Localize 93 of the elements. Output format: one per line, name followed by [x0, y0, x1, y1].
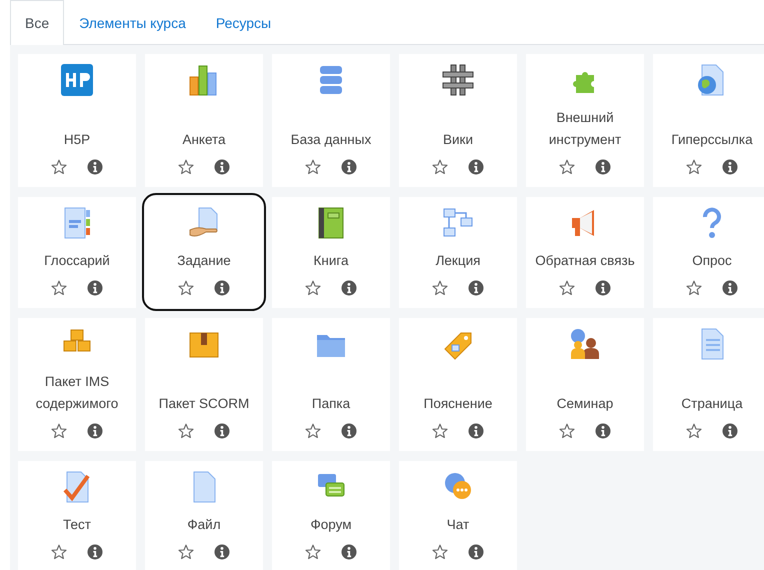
- activity-name: База данных: [290, 131, 372, 149]
- info-icon[interactable]: [341, 280, 357, 296]
- activity-card[interactable]: Семинар: [526, 318, 644, 451]
- star-icon[interactable]: [178, 159, 194, 175]
- activity-card[interactable]: Папка: [272, 318, 390, 451]
- activity-card[interactable]: H5P: [18, 54, 136, 187]
- activity-card[interactable]: Вики: [399, 54, 517, 187]
- info-icon[interactable]: [214, 423, 230, 439]
- info-icon[interactable]: [468, 280, 484, 296]
- star-icon[interactable]: [51, 280, 67, 296]
- star-icon[interactable]: [305, 544, 321, 560]
- star-icon[interactable]: [51, 423, 67, 439]
- info-icon[interactable]: [595, 159, 611, 175]
- activity-name: Файл: [187, 516, 221, 534]
- hash-grid-icon: [441, 63, 475, 97]
- info-icon[interactable]: [341, 423, 357, 439]
- info-icon[interactable]: [87, 159, 103, 175]
- activity-card[interactable]: Опрос: [653, 197, 764, 308]
- info-icon[interactable]: [595, 280, 611, 296]
- activity-name: Опрос: [692, 252, 732, 270]
- info-icon[interactable]: [87, 423, 103, 439]
- activity-name: Обратная связь: [535, 252, 635, 270]
- activity-card[interactable]: Страница: [653, 318, 764, 451]
- star-icon[interactable]: [178, 544, 194, 560]
- star-icon[interactable]: [559, 280, 575, 296]
- info-icon[interactable]: [468, 159, 484, 175]
- activity-name: Лекция: [436, 252, 480, 270]
- star-icon[interactable]: [432, 280, 448, 296]
- tab[interactable]: Все: [10, 0, 64, 45]
- star-icon[interactable]: [432, 159, 448, 175]
- activity-name: Книга: [314, 252, 348, 270]
- activity-card[interactable]: Обратная связь: [526, 197, 644, 308]
- activity-name: H5P: [64, 131, 90, 149]
- tab[interactable]: Элементы курса: [64, 0, 201, 44]
- activity-name: Пакет SCORM: [158, 395, 250, 413]
- info-icon[interactable]: [87, 544, 103, 560]
- star-icon[interactable]: [305, 159, 321, 175]
- info-icon[interactable]: [341, 159, 357, 175]
- activity-name: Внешний инструмент: [548, 109, 622, 149]
- info-icon[interactable]: [468, 544, 484, 560]
- info-icon[interactable]: [722, 423, 738, 439]
- info-icon[interactable]: [341, 544, 357, 560]
- star-icon[interactable]: [51, 544, 67, 560]
- activity-name: Семинар: [556, 395, 614, 413]
- activity-card[interactable]: Форум: [272, 461, 390, 570]
- star-icon[interactable]: [686, 159, 702, 175]
- activity-card[interactable]: Пакет SCORM: [145, 318, 263, 451]
- activity-name: Форум: [310, 516, 352, 534]
- activity-card[interactable]: Чат: [399, 461, 517, 570]
- info-icon[interactable]: [595, 423, 611, 439]
- activity-card[interactable]: Лекция: [399, 197, 517, 308]
- h5p-logo-icon: [60, 63, 94, 97]
- info-icon[interactable]: [214, 280, 230, 296]
- activity-name: Пояснение: [424, 395, 492, 413]
- activity-card[interactable]: Тест: [18, 461, 136, 570]
- activity-card[interactable]: Внешний инструмент: [526, 54, 644, 187]
- star-icon[interactable]: [51, 159, 67, 175]
- star-icon[interactable]: [686, 423, 702, 439]
- info-icon[interactable]: [87, 280, 103, 296]
- activity-card[interactable]: Книга: [272, 197, 390, 308]
- activity-name: Тест: [63, 516, 91, 534]
- activity-name: Вики: [443, 131, 473, 149]
- star-icon[interactable]: [559, 423, 575, 439]
- activity-name: Папка: [312, 395, 350, 413]
- activity-name: Анкета: [182, 131, 226, 149]
- activity-card[interactable]: Глоссарий: [18, 197, 136, 308]
- info-icon[interactable]: [468, 423, 484, 439]
- star-icon[interactable]: [178, 423, 194, 439]
- info-icon[interactable]: [722, 280, 738, 296]
- info-icon[interactable]: [214, 159, 230, 175]
- activity-name: Чат: [446, 516, 470, 534]
- activity-card[interactable]: Файл: [145, 461, 263, 570]
- activity-card[interactable]: Гиперссылка: [653, 54, 764, 187]
- activity-card[interactable]: Пояснение: [399, 318, 517, 451]
- info-icon[interactable]: [214, 544, 230, 560]
- activity-card[interactable]: Пакет IMS содержимого: [18, 318, 136, 451]
- activity-name: Глоссарий: [44, 252, 110, 270]
- star-icon[interactable]: [686, 280, 702, 296]
- activity-name: Гиперссылка: [671, 131, 753, 149]
- activity-card[interactable]: Анкета: [145, 54, 263, 187]
- star-icon[interactable]: [432, 544, 448, 560]
- activity-name: Задание: [177, 252, 231, 270]
- people-icon: [568, 327, 602, 361]
- star-icon[interactable]: [305, 423, 321, 439]
- activity-name: Страница: [681, 395, 743, 413]
- tab[interactable]: Ресурсы: [200, 0, 286, 44]
- star-icon[interactable]: [305, 280, 321, 296]
- star-icon[interactable]: [559, 159, 575, 175]
- activity-name: Пакет IMS содержимого: [34, 373, 120, 413]
- activity-card[interactable]: База данных: [272, 54, 390, 187]
- info-icon[interactable]: [722, 159, 738, 175]
- star-icon[interactable]: [432, 423, 448, 439]
- star-icon[interactable]: [178, 280, 194, 296]
